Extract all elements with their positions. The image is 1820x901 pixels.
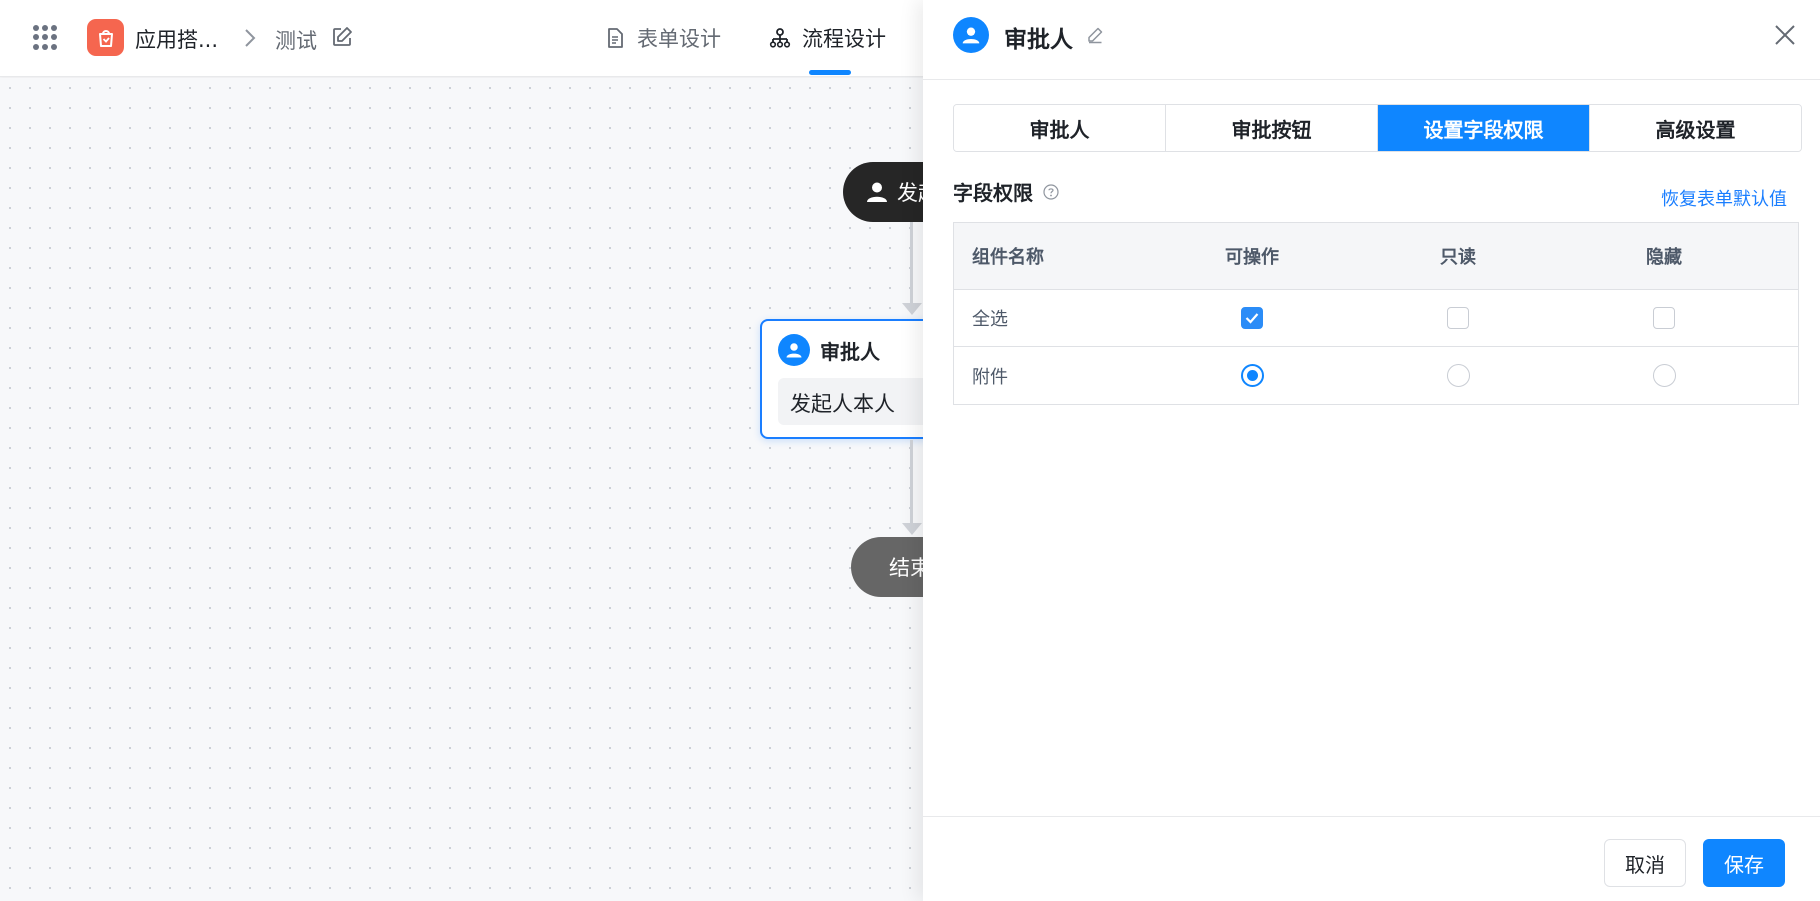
approver-node-title: 审批人 xyxy=(820,339,880,364)
app-logo-icon[interactable] xyxy=(87,19,124,56)
attachment-editable-radio[interactable] xyxy=(1240,364,1264,387)
help-icon[interactable] xyxy=(1043,183,1059,200)
section-title: 字段权限 xyxy=(953,177,1059,206)
section-title-label: 字段权限 xyxy=(953,181,1033,205)
tab-field-permissions[interactable]: 设置字段权限 xyxy=(1378,105,1590,151)
column-header-readonly: 只读 xyxy=(1440,247,1476,268)
column-header-editable: 可操作 xyxy=(1225,247,1279,268)
select-all-readonly-checkbox[interactable] xyxy=(1447,307,1469,329)
connector-arrow xyxy=(902,523,922,535)
start-node-label: 发起人 xyxy=(897,181,924,205)
end-node-label: 结束 xyxy=(889,556,924,580)
drawer-title: 审批人 xyxy=(1004,27,1073,53)
column-header-name: 组件名称 xyxy=(972,247,1044,268)
flow-canvas[interactable]: 发起人 审批人 发起人本人 结束 xyxy=(0,78,924,901)
close-icon[interactable] xyxy=(1772,22,1798,48)
select-all-hidden-checkbox[interactable] xyxy=(1653,307,1675,329)
tab-approval-buttons[interactable]: 审批按钮 xyxy=(1166,105,1378,151)
drawer-footer: 取消 保存 xyxy=(923,816,1820,901)
approver-avatar-icon xyxy=(778,334,810,366)
tab-flow-design-label: 流程设计 xyxy=(802,27,886,51)
field-permissions-table: 组件名称 可操作 只读 隐藏 全选 附件 xyxy=(953,222,1799,405)
start-node[interactable]: 发起人 xyxy=(843,162,924,222)
row-name: 附件 xyxy=(972,366,1008,388)
select-all-editable-checkbox[interactable] xyxy=(1241,307,1263,329)
table-row-select-all: 全选 xyxy=(954,290,1798,347)
settings-tabs: 审批人 审批按钮 设置字段权限 高级设置 xyxy=(953,104,1802,152)
document-icon xyxy=(608,28,623,48)
row-name: 全选 xyxy=(972,309,1008,330)
approver-settings-drawer: 审批人 审批人 审批按钮 设置字段权限 高级设置 字段权限 恢复表单默认值 组件… xyxy=(923,0,1820,901)
app-name[interactable]: 应用搭... xyxy=(135,24,218,54)
cancel-button[interactable]: 取消 xyxy=(1604,839,1686,887)
user-icon xyxy=(867,182,887,202)
pencil-icon[interactable] xyxy=(1086,26,1104,44)
flow-icon xyxy=(769,28,791,48)
attachment-readonly-radio[interactable] xyxy=(1446,364,1470,387)
reset-defaults-link[interactable]: 恢复表单默认值 xyxy=(1661,185,1787,211)
connector-line xyxy=(910,440,913,528)
tab-advanced-settings[interactable]: 高级设置 xyxy=(1590,105,1801,151)
column-header-hidden: 隐藏 xyxy=(1646,247,1682,268)
breadcrumb-current: 测试 xyxy=(275,29,317,53)
table-row-attachment: 附件 xyxy=(954,347,1798,404)
end-node[interactable]: 结束 xyxy=(851,537,924,597)
approver-node-content: 发起人本人 xyxy=(778,378,924,425)
approver-avatar-icon xyxy=(953,17,989,53)
tab-form-design[interactable]: 表单设计 xyxy=(603,23,721,53)
tab-form-design-label: 表单设计 xyxy=(637,27,721,51)
edit-icon[interactable] xyxy=(330,25,354,49)
tab-approver[interactable]: 审批人 xyxy=(954,105,1166,151)
approver-node[interactable]: 审批人 发起人本人 xyxy=(760,319,924,439)
save-button[interactable]: 保存 xyxy=(1703,839,1785,887)
connector-arrow xyxy=(902,303,922,315)
app-launcher-icon[interactable] xyxy=(33,25,58,50)
attachment-hidden-radio[interactable] xyxy=(1652,364,1676,387)
chevron-right-icon xyxy=(245,29,256,47)
active-tab-indicator xyxy=(809,70,851,75)
connector-line xyxy=(910,222,913,307)
tab-flow-design[interactable]: 流程设计 xyxy=(768,23,886,53)
table-header-row: 组件名称 可操作 只读 隐藏 xyxy=(954,223,1798,290)
drawer-header: 审批人 xyxy=(923,0,1820,80)
